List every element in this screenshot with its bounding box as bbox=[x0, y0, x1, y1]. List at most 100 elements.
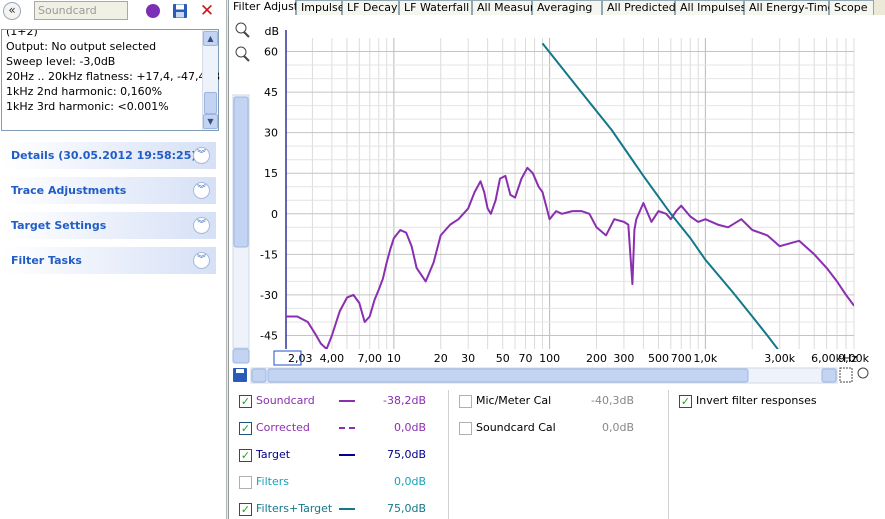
x-tick-label: 20 bbox=[434, 352, 448, 365]
x-tick-label: 7,00 bbox=[357, 352, 382, 365]
legend-line-sample bbox=[339, 508, 355, 510]
legend-name: Soundcard bbox=[256, 394, 315, 407]
x-tick-label: 500 bbox=[648, 352, 669, 365]
info-lines: (1+2) Output: No output selected Sweep l… bbox=[6, 30, 220, 114]
zoom-in-icon[interactable] bbox=[235, 22, 247, 34]
trace-name-field[interactable]: Soundcard bbox=[34, 1, 128, 20]
task-label: Filter Tasks bbox=[11, 254, 82, 267]
chevron-down-icon[interactable]: ︾ bbox=[193, 182, 210, 199]
tab-scope[interactable]: Scope bbox=[829, 0, 874, 15]
x-tick-label: 300 bbox=[613, 352, 634, 365]
invert-filter-responses-option: ✓ Invert filter responses bbox=[679, 394, 869, 410]
zoom-out-icon-handle bbox=[243, 55, 250, 62]
legend-value: 75,0dB bbox=[386, 502, 426, 515]
task-trace-adjustments[interactable]: Trace Adjustments ︾ bbox=[4, 177, 216, 204]
y-tick-label: 0 bbox=[271, 208, 278, 221]
scroll-right-icon[interactable] bbox=[821, 368, 837, 383]
tab-averaging[interactable]: Averaging bbox=[532, 0, 602, 15]
legend-value: 0,0dB bbox=[393, 475, 426, 488]
legend-value: 75,0dB bbox=[386, 448, 426, 461]
invert-filter-label: Invert filter responses bbox=[696, 394, 817, 407]
task-target-settings[interactable]: Target Settings ︾ bbox=[4, 212, 216, 239]
task-label: Target Settings bbox=[11, 219, 107, 232]
legend-name: Soundcard Cal bbox=[476, 421, 556, 434]
y-tick-label: 45 bbox=[264, 86, 278, 99]
tab-impulse[interactable]: Impulse bbox=[296, 0, 344, 15]
legend-name: Mic/Meter Cal bbox=[476, 394, 552, 407]
task-label: Trace Adjustments bbox=[11, 184, 127, 197]
invert-filter-checkbox[interactable]: ✓ bbox=[679, 395, 692, 408]
tab-lf-waterfall[interactable]: LF Waterfall bbox=[399, 0, 472, 15]
y-tick-label: 30 bbox=[264, 127, 278, 140]
tab-all-predicted[interactable]: All Predicted bbox=[602, 0, 676, 15]
tab-filter-adjust[interactable]: Filter Adjust bbox=[228, 0, 298, 15]
legend-line-sample bbox=[339, 427, 355, 429]
trace-color-button[interactable] bbox=[146, 4, 160, 18]
x-tick-label: 3,00k bbox=[764, 352, 795, 365]
legend-divider bbox=[668, 390, 669, 519]
tab-all-measured[interactable]: All Measured bbox=[472, 0, 548, 15]
scroll-down-icon[interactable]: ▼ bbox=[203, 114, 218, 129]
legend-row-target: ✓ Target 75,0dB bbox=[239, 448, 439, 464]
tab-lf-decay[interactable]: LF Decay bbox=[342, 0, 399, 15]
scroll-left-icon[interactable] bbox=[251, 368, 267, 383]
frequency-response-plot: 604530150-15-30-45dBHz2,03 4,00 7,00 10 20 30… bbox=[232, 22, 870, 384]
info-line: 1kHz 3rd harmonic: <0.001% bbox=[6, 100, 169, 113]
info-scrollbar[interactable]: ▲ ▼ bbox=[202, 30, 218, 130]
x-tick-label: 100 bbox=[539, 352, 560, 365]
plot-background bbox=[286, 38, 854, 349]
legend-checkbox[interactable]: ✓ bbox=[239, 422, 252, 435]
x-tick-label: 10 bbox=[387, 352, 401, 365]
legend-value: -38,2dB bbox=[383, 394, 426, 407]
scroll-down-icon[interactable] bbox=[232, 348, 250, 364]
legend-row-corrected: ✓ Corrected 0,0dB bbox=[239, 421, 439, 437]
legend-name: Target bbox=[256, 448, 291, 461]
y-unit-label: dB bbox=[264, 25, 279, 38]
trace-legend: ✓ Soundcard -38,2dB ✓ Corrected 0,0dB ✓ Target 7… bbox=[229, 386, 885, 519]
save-graph-icon-label bbox=[236, 369, 244, 373]
legend-divider bbox=[448, 390, 449, 519]
tab-all-energy-time[interactable]: All Energy-Time bbox=[744, 0, 834, 15]
x-tick-label: 9,00k bbox=[838, 352, 869, 365]
x-tick-label: 200 bbox=[586, 352, 607, 365]
x-tick-label: 2,03 bbox=[288, 352, 313, 365]
y-scroll-thumb[interactable] bbox=[233, 96, 249, 248]
zoom-in-icon-handle bbox=[243, 31, 250, 38]
legend-checkbox[interactable] bbox=[459, 395, 472, 408]
x-tick-label: 4,00 bbox=[320, 352, 345, 365]
zoom-fit-icon[interactable] bbox=[857, 367, 869, 379]
trace-info-box: (1+2) Output: No output selected Sweep l… bbox=[1, 29, 220, 131]
task-filter-tasks[interactable]: Filter Tasks ︾ bbox=[4, 247, 216, 274]
collapse-panel-button[interactable]: « bbox=[3, 2, 21, 20]
save-icon[interactable] bbox=[172, 3, 188, 19]
chevron-down-icon[interactable]: ︾ bbox=[193, 147, 210, 164]
legend-checkbox[interactable] bbox=[459, 422, 472, 435]
left-panel: « Soundcard ✕ (1+2) Output: No output se… bbox=[0, 0, 227, 519]
x-tick-label: 30 bbox=[461, 352, 475, 365]
info-line: Output: No output selected bbox=[6, 40, 157, 53]
scroll-up-icon[interactable]: ▲ bbox=[203, 31, 218, 46]
x-scroll-thumb[interactable] bbox=[267, 368, 749, 383]
close-icon[interactable]: ✕ bbox=[199, 3, 215, 20]
info-line: Sweep level: -3,0dB bbox=[6, 55, 116, 68]
info-line: (1+2) bbox=[6, 30, 38, 38]
legend-checkbox[interactable] bbox=[239, 476, 252, 489]
legend-checkbox[interactable]: ✓ bbox=[239, 503, 252, 516]
x-tick-label: 1,0k bbox=[693, 352, 717, 365]
legend-value: -40,3dB bbox=[591, 394, 634, 407]
legend-checkbox[interactable]: ✓ bbox=[239, 395, 252, 408]
task-details[interactable]: Details (30.05.2012 19:58:25) ︾ bbox=[4, 142, 216, 169]
zoom-region-icon[interactable] bbox=[839, 367, 853, 383]
y-tick-label: -30 bbox=[260, 289, 278, 302]
chevron-down-icon[interactable]: ︾ bbox=[193, 252, 210, 269]
legend-name: Filters+Target bbox=[256, 502, 333, 515]
tab-bar: Filter Adjust Impulse LF Decay LF Waterfall… bbox=[228, 0, 885, 15]
legend-name: Filters bbox=[256, 475, 289, 488]
chevron-down-icon[interactable]: ︾ bbox=[193, 217, 210, 234]
tab-all-impulses[interactable]: All Impulses bbox=[675, 0, 746, 15]
legend-row-soundcard-cal: Soundcard Cal 0,0dB bbox=[459, 421, 659, 437]
y-tick-label: 60 bbox=[264, 46, 278, 59]
y-tick-label: -15 bbox=[260, 248, 278, 261]
scroll-thumb[interactable] bbox=[204, 92, 217, 114]
legend-checkbox[interactable]: ✓ bbox=[239, 449, 252, 462]
